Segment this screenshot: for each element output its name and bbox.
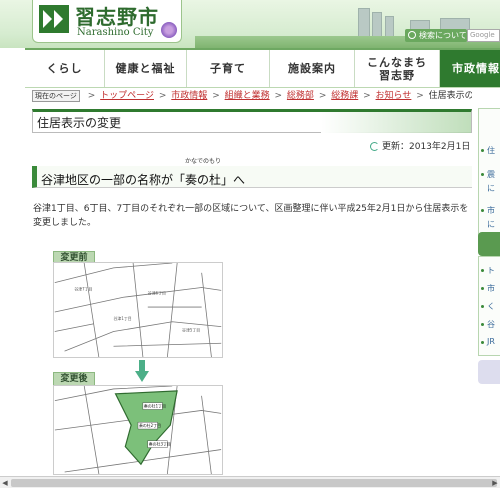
city-emblem-icon bbox=[39, 5, 69, 33]
breadcrumb-current: 住居表示の変更 bbox=[428, 91, 472, 101]
sidebar-link[interactable]: 震 bbox=[487, 169, 495, 180]
breadcrumb-link[interactable]: トップページ bbox=[100, 91, 154, 101]
site-logo[interactable]: 習志野市 Narashino City bbox=[32, 0, 182, 43]
global-nav: くらし 健康と福祉 子育て 施設案内 こんなまち 習志野 市政情報 bbox=[25, 48, 500, 88]
left-margin bbox=[0, 48, 25, 476]
nav-item-facilities[interactable]: 施設案内 bbox=[270, 50, 355, 87]
sidebar-link[interactable]: 谷 bbox=[487, 319, 495, 330]
refresh-icon bbox=[370, 142, 379, 151]
section-heading-text: 谷津地区の一部の名称が「奏の杜」へ bbox=[41, 173, 246, 187]
horizontal-scrollbar[interactable]: ◀ ▶ bbox=[0, 476, 500, 488]
sidebar-box-links: ト 市 く 谷 JR bbox=[478, 256, 500, 356]
heading-ruby: かなでのもり bbox=[185, 158, 222, 165]
nav-item-about-city[interactable]: こんなまち 習志野 bbox=[355, 50, 440, 87]
title-decoration bbox=[321, 112, 471, 133]
right-sidebar: 住 震 に 市 に ト 市 く 谷 JR bbox=[478, 88, 500, 476]
arrow-down-icon bbox=[135, 360, 149, 382]
svg-text:谷津5丁目: 谷津5丁目 bbox=[182, 328, 200, 333]
updated-date: 更新：2013年2月1日 bbox=[370, 139, 470, 152]
nav-item-childcare[interactable]: 子育て bbox=[187, 50, 270, 87]
svg-text:谷津7丁目: 谷津7丁目 bbox=[74, 286, 92, 291]
map-mark-2: 奏の杜2丁目 bbox=[139, 423, 161, 428]
sidebar-link[interactable]: 市 bbox=[487, 205, 495, 216]
page-title: 住居表示の変更 bbox=[37, 116, 122, 130]
site-header: 習志野市 Narashino City 検索について Google bbox=[0, 0, 500, 48]
nav-item-health[interactable]: 健康と福祉 bbox=[105, 50, 187, 87]
search-help-label: 検索について bbox=[419, 31, 467, 40]
breadcrumb-link[interactable]: お知らせ bbox=[376, 91, 412, 101]
logo-subtitle: Narashino City bbox=[77, 27, 154, 38]
map-mark-1: 奏の杜1丁目 bbox=[144, 404, 166, 409]
sidebar-link[interactable]: 住 bbox=[487, 145, 495, 156]
updated-text: 更新：2013年2月1日 bbox=[382, 142, 471, 152]
map-after: 奏の杜1丁目 奏の杜2丁目 奏の杜3丁目 bbox=[53, 385, 223, 475]
search-input[interactable]: Google bbox=[467, 29, 500, 42]
sidebar-box-news: 住 震 に 市 に bbox=[478, 108, 500, 238]
sidebar-link[interactable]: く bbox=[487, 301, 495, 312]
sidebar-link[interactable]: に bbox=[487, 219, 495, 230]
page: { "header": { "title": "習志野市", "subtitle… bbox=[0, 0, 500, 488]
scrollbar-thumb[interactable] bbox=[11, 479, 497, 487]
breadcrumb-link[interactable]: 市政情報 bbox=[171, 91, 207, 101]
search-help-button[interactable]: 検索について bbox=[405, 29, 467, 42]
logo-title: 習志野市 bbox=[75, 5, 159, 29]
breadcrumb-here-label: 現在のページ bbox=[32, 89, 80, 102]
map-mark-3: 奏の杜3丁目 bbox=[149, 442, 171, 447]
map-before: 谷津7丁目 谷津6丁目 谷津1丁目 谷津5丁目 bbox=[53, 262, 223, 358]
sidebar-section-tab bbox=[478, 232, 500, 256]
page-title-bar: 住居表示の変更 bbox=[32, 109, 472, 133]
sidebar-search-icon[interactable] bbox=[478, 360, 500, 384]
nav-item-city-info[interactable]: 市政情報 bbox=[440, 50, 500, 87]
breadcrumb-link[interactable]: 総務部 bbox=[287, 91, 314, 101]
breadcrumb-link[interactable]: 組織と業務 bbox=[225, 91, 270, 101]
scroll-right-icon[interactable]: ▶ bbox=[490, 478, 500, 488]
sidebar-link[interactable]: に bbox=[487, 183, 495, 194]
sidebar-link[interactable]: JR bbox=[487, 337, 495, 346]
map-after-label: 変更後 bbox=[53, 372, 95, 386]
svg-text:谷津6丁目: 谷津6丁目 bbox=[148, 290, 166, 295]
nav-item-living[interactable]: くらし bbox=[25, 50, 105, 87]
flower-icon bbox=[161, 22, 177, 38]
sidebar-link[interactable]: 市 bbox=[487, 283, 495, 294]
section-heading: 谷津地区の一部の名称が「奏の杜」へ かなでのもり bbox=[32, 158, 472, 188]
search-icon bbox=[408, 31, 416, 39]
breadcrumb-link[interactable]: 総務課 bbox=[331, 91, 358, 101]
scroll-left-icon[interactable]: ◀ bbox=[0, 478, 10, 488]
body-paragraph: 谷津1丁目、6丁目、7丁目のそれぞれ一部の区域について、区画整理に伴い平成25年… bbox=[33, 204, 469, 228]
breadcrumb: 現在のページ > トップページ > 市政情報 > 組織と業務 > 総務部 > 総… bbox=[32, 88, 472, 102]
sidebar-link[interactable]: ト bbox=[487, 265, 495, 276]
svg-text:谷津1丁目: 谷津1丁目 bbox=[114, 316, 132, 321]
